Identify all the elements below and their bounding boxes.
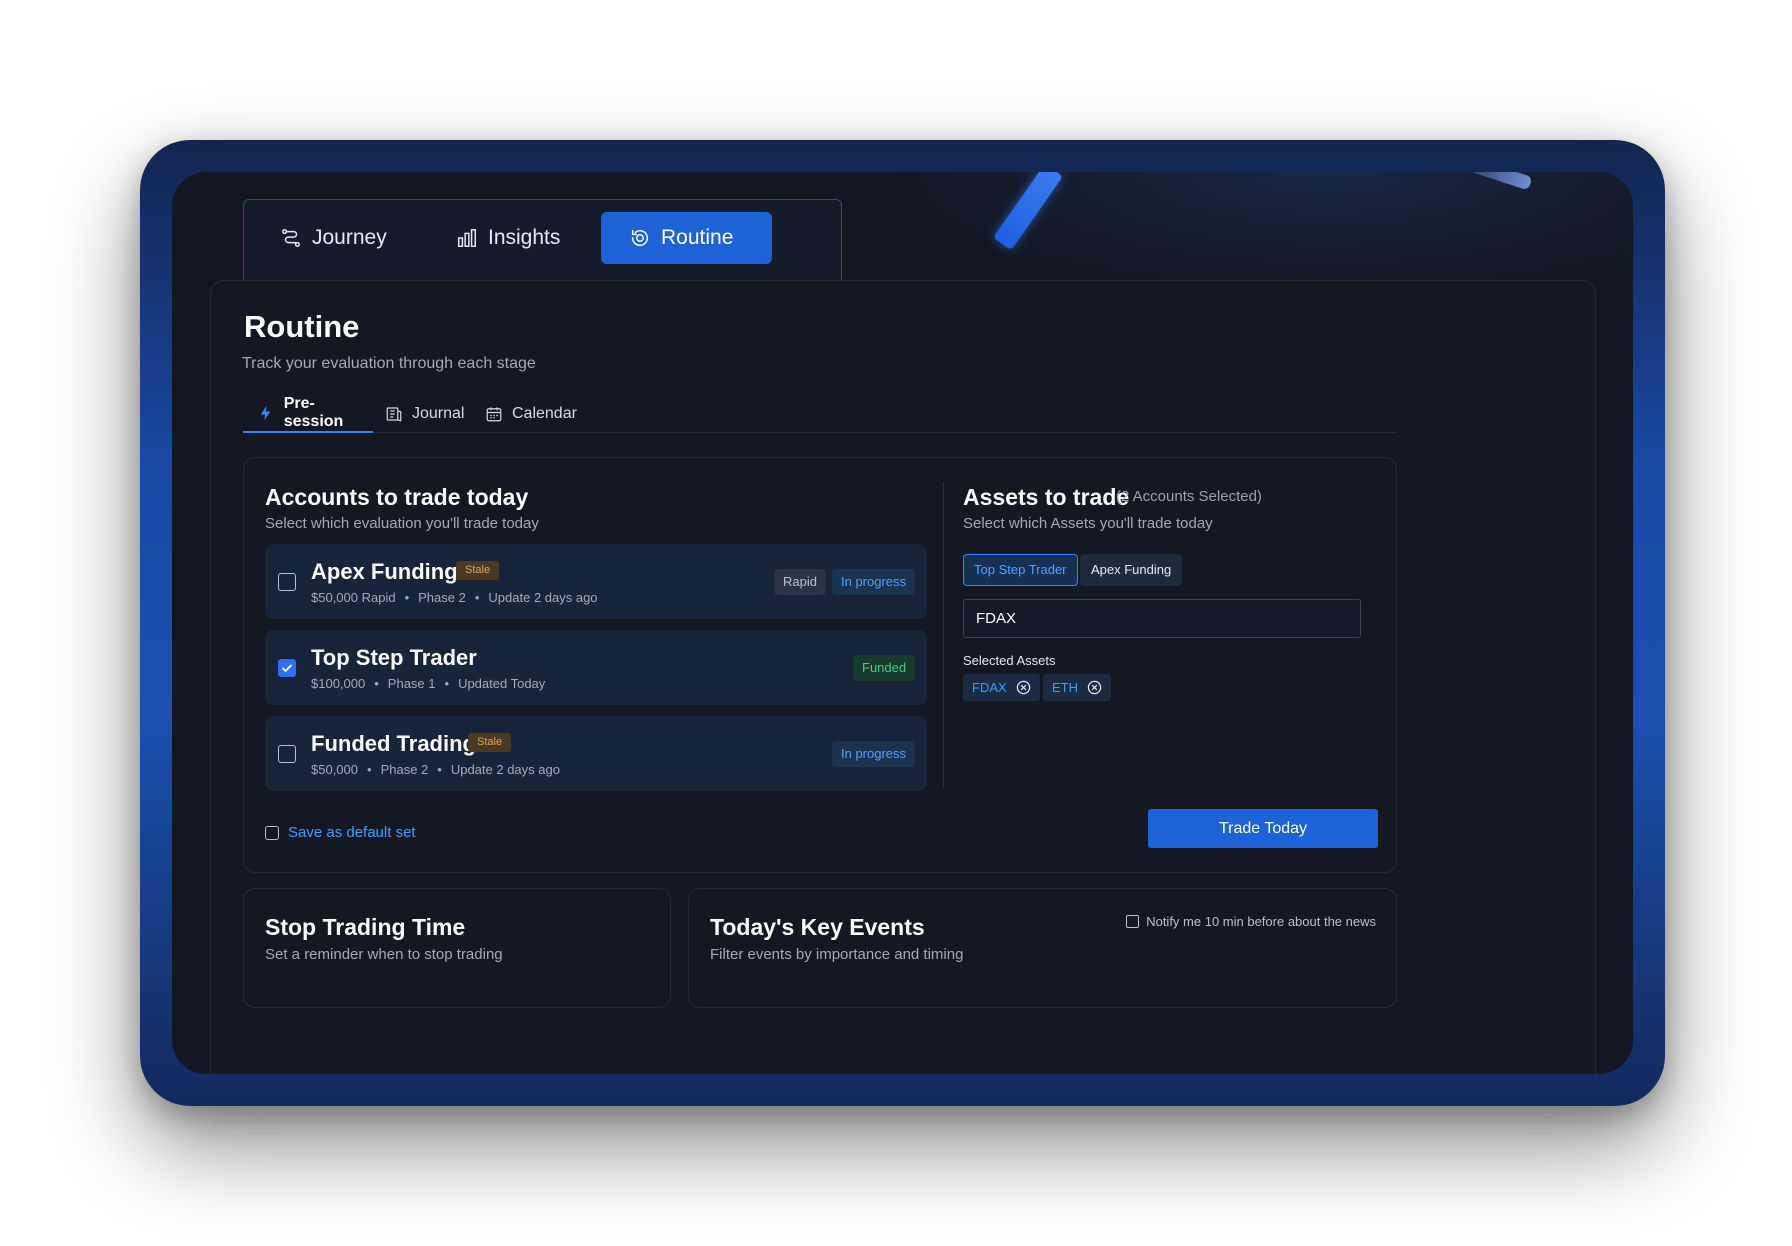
remove-circle-icon[interactable] <box>1016 680 1031 695</box>
key-events-card: Today's Key Events Filter events by impo… <box>688 888 1397 1008</box>
tab-journal-label: Journal <box>412 405 465 422</box>
tab-calendar[interactable]: Calendar <box>485 395 577 433</box>
notify-option[interactable]: Notify me 10 min before about the news <box>1126 914 1376 929</box>
key-events-title: Today's Key Events <box>710 914 925 940</box>
nav-journey[interactable]: Journey <box>280 212 387 264</box>
save-default-option[interactable]: Save as default set <box>265 824 416 841</box>
status-badge: Funded <box>853 655 916 681</box>
notify-label: Notify me 10 min before about the news <box>1146 914 1376 929</box>
key-events-subtitle: Filter events by importance and timing <box>710 946 964 963</box>
account-meta: $100,000 • Phase 1 • Updated Today <box>311 676 545 691</box>
tab-journal[interactable]: Journal <box>385 395 464 433</box>
rapid-badge: Rapid <box>774 569 826 595</box>
account-row-apex-funding[interactable]: Apex Funding Stale $50,000 Rapid • Phase 2… <box>265 544 927 619</box>
account-row-funded-trading[interactable]: Funded Trading Stale $50,000 • Phase 2 • Upd… <box>265 716 927 791</box>
routine-clock-icon <box>631 229 648 247</box>
app-screen: Journey Insights Routine Routine Track y… <box>172 172 1633 1074</box>
route-icon <box>282 229 300 247</box>
device-frame: Journey Insights Routine Routine Track y… <box>140 140 1665 1106</box>
separator-dot: • <box>404 590 410 605</box>
assets-title: Assets to trade <box>963 484 1130 510</box>
status-badge: In progress <box>832 741 916 767</box>
stop-trading-card: Stop Trading Time Set a reminder when to… <box>243 888 671 1008</box>
check-icon <box>282 664 292 673</box>
calendar-icon <box>486 407 502 422</box>
account-name: Apex Funding <box>311 559 458 584</box>
asset-search-input[interactable]: FDAX <box>963 599 1361 638</box>
account-chip-apex-funding[interactable]: Apex Funding <box>1080 554 1183 586</box>
tab-calendar-label: Calendar <box>512 405 577 422</box>
routine-tabs: Pre-session Journal Calendar <box>243 391 1397 433</box>
account-checkbox[interactable] <box>278 573 296 591</box>
accounts-subtitle: Select which evaluation you'll trade tod… <box>265 515 539 532</box>
journal-icon <box>386 407 402 422</box>
lightning-icon <box>260 405 271 421</box>
save-default-checkbox[interactable] <box>265 825 279 840</box>
tab-pre-session[interactable]: Pre-session <box>243 395 373 433</box>
notify-checkbox[interactable] <box>1126 915 1140 928</box>
account-chip-top-step-trader[interactable]: Top Step Trader <box>963 554 1078 586</box>
account-phase: Phase 1 <box>387 676 436 691</box>
account-size: $50,000 Rapid <box>311 590 396 605</box>
pre-session-card: Accounts to trade today Select which eva… <box>243 457 1397 873</box>
separator-dot: • <box>367 762 372 777</box>
separator-dot: • <box>444 676 450 691</box>
account-updated: Update 2 days ago <box>488 590 598 605</box>
status-badge: In progress <box>832 569 916 595</box>
separator-dot: • <box>374 676 379 691</box>
nav-journey-label: Journey <box>312 226 387 249</box>
page-subtitle: Track your evaluation through each stage <box>242 355 536 372</box>
separator-dot: • <box>437 762 442 777</box>
account-checkbox[interactable] <box>278 745 296 763</box>
account-name: Top Step Trader <box>311 645 477 670</box>
account-checkbox[interactable] <box>278 659 296 677</box>
account-phase: Phase 2 <box>418 590 466 605</box>
asset-tag-label: ETH <box>1052 680 1078 695</box>
stop-trading-subtitle: Set a reminder when to stop trading <box>265 946 503 963</box>
asset-tag-eth: ETH <box>1043 674 1111 701</box>
assets-account-count: (2 Accounts Selected) <box>1116 488 1262 505</box>
account-meta: $50,000 Rapid • Phase 2 • Update 2 days ago <box>311 590 598 605</box>
page-title: Routine <box>244 309 360 344</box>
separator-dot: • <box>474 590 480 605</box>
assets-subtitle: Select which Assets you'll trade today <box>963 515 1213 532</box>
nav-routine-label: Routine <box>661 226 734 249</box>
asset-tag-fdax: FDAX <box>963 674 1040 701</box>
stale-badge: Stale <box>468 733 512 752</box>
stale-badge: Stale <box>456 561 500 580</box>
bar-chart-icon <box>458 229 476 247</box>
nav-insights[interactable]: Insights <box>456 212 560 264</box>
top-navigation: Journey Insights Routine <box>243 199 842 281</box>
account-updated: Updated Today <box>458 676 546 691</box>
account-row-top-step-trader[interactable]: Top Step Trader $100,000 • Phase 1 • Updated… <box>265 630 927 705</box>
trade-today-button[interactable]: Trade Today <box>1148 809 1378 848</box>
account-size: $50,000 <box>311 762 358 777</box>
nav-routine[interactable]: Routine <box>601 212 772 264</box>
account-updated: Update 2 days ago <box>450 762 560 777</box>
remove-circle-icon[interactable] <box>1087 680 1102 695</box>
selected-assets-label: Selected Assets <box>963 653 1056 668</box>
accounts-title: Accounts to trade today <box>265 484 529 510</box>
nav-insights-label: Insights <box>488 226 561 249</box>
section-divider <box>943 482 944 788</box>
account-meta: $50,000 • Phase 2 • Update 2 days ago <box>311 762 560 777</box>
asset-tag-label: FDAX <box>972 680 1007 695</box>
tab-pre-session-label: Pre-session <box>283 395 344 430</box>
account-phase: Phase 2 <box>380 762 429 777</box>
stop-trading-title: Stop Trading Time <box>265 914 466 940</box>
account-size: $100,000 <box>311 676 366 691</box>
routine-panel: Routine Track your evaluation through ea… <box>210 280 1596 1074</box>
account-name: Funded Trading <box>311 731 476 756</box>
save-default-label: Save as default set <box>288 824 416 841</box>
